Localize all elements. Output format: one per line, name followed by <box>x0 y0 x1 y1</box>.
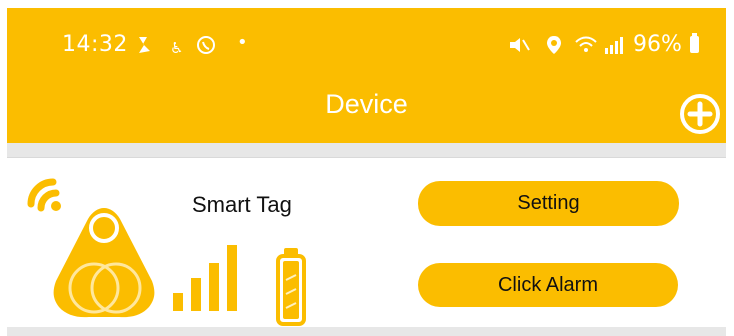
app-screen: 14:32 ♿︎ • 96% Device Smart Tag Setting … <box>0 0 734 336</box>
device-name: Smart Tag <box>192 192 292 217</box>
bluetooth-like-icon <box>135 34 155 56</box>
top-app-bar: 14:32 ♿︎ • 96% Device <box>7 8 726 143</box>
location-icon <box>545 34 563 56</box>
tag-icon <box>49 206 159 319</box>
battery-icon <box>690 33 699 53</box>
status-time: 14:32 <box>62 32 128 57</box>
status-bar: 14:32 ♿︎ • 96% <box>7 32 726 66</box>
list-bottom-area <box>7 327 726 336</box>
whatsapp-icon <box>195 34 217 56</box>
setting-button[interactable]: Setting <box>418 181 679 226</box>
dot-icon: • <box>237 32 248 53</box>
add-device-button[interactable] <box>678 92 722 136</box>
battery-level-icon <box>272 246 312 326</box>
signal-icon <box>603 34 627 56</box>
signal-strength-icon <box>167 243 247 313</box>
wifi-icon <box>573 34 599 56</box>
mute-icon <box>507 34 531 56</box>
list-separator <box>7 143 726 157</box>
accessibility-icon: ♿︎ <box>170 39 184 57</box>
battery-percentage: 96% <box>633 32 682 57</box>
page-title: Device <box>325 89 408 119</box>
click-alarm-button[interactable]: Click Alarm <box>418 263 678 307</box>
